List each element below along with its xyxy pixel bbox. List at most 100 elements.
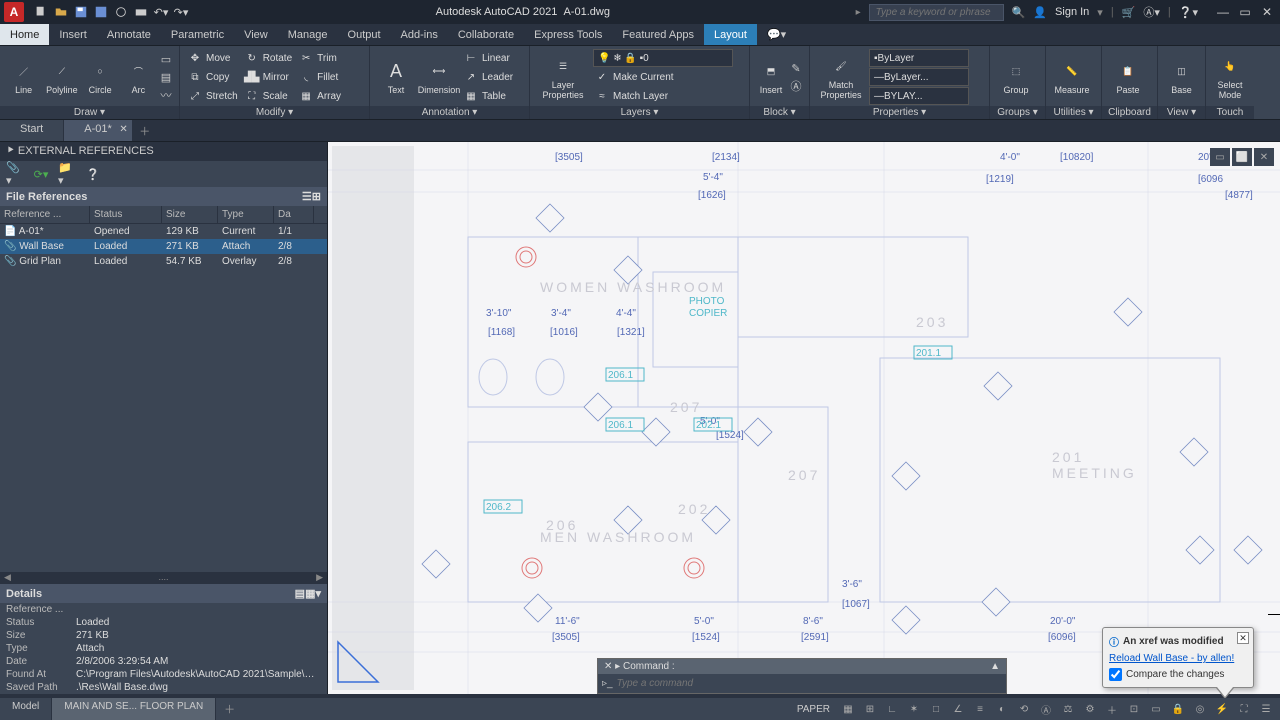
balloon-close-button[interactable]: ✕ [1237, 632, 1249, 644]
panel-draw[interactable]: Draw ▾ [0, 106, 179, 119]
polyline-button[interactable]: ⟋Polyline [44, 59, 79, 95]
panel-utilities[interactable]: Utilities ▾ [1046, 106, 1101, 119]
app-logo[interactable]: A [4, 2, 24, 22]
attach-dwg-icon[interactable]: 📎▾ [6, 165, 24, 183]
minimize-button[interactable]: ― [1214, 4, 1232, 20]
annoscale-icon[interactable]: Ⓐ [1036, 700, 1056, 718]
block-attr-icon[interactable]: Ⓐ [789, 79, 803, 93]
lineweight-dropdown[interactable]: — ByLayer... [869, 68, 969, 86]
tab-express[interactable]: Express Tools [524, 24, 612, 45]
match-props-button[interactable]: 🖌Match Properties [816, 54, 866, 100]
app-switcher-icon[interactable]: Ⓐ▾ [1143, 4, 1160, 20]
help-icon[interactable]: ❔ [84, 165, 102, 183]
rect-icon[interactable]: ▭ [159, 52, 173, 66]
user-icon[interactable]: 👤 [1033, 6, 1047, 19]
compare-checkbox[interactable] [1109, 668, 1122, 681]
doctab-close-icon[interactable]: ✕ [119, 124, 127, 135]
tab-view[interactable]: View [234, 24, 278, 45]
move-button[interactable]: ✥Move [186, 49, 240, 67]
trim-button[interactable]: ✂Trim [297, 49, 343, 67]
make-current-button[interactable]: ✓Make Current [593, 68, 733, 86]
doctab-a01[interactable]: A-01*✕ [64, 120, 133, 141]
layer-dropdown[interactable]: 💡 ❄ 🔒 ▪ 0 [593, 49, 733, 67]
search-input[interactable] [869, 4, 1004, 21]
column-headers[interactable]: Reference ... Status Size Type Da [0, 206, 327, 224]
tab-home[interactable]: Home [0, 24, 49, 45]
spline-icon[interactable]: 〰 [159, 88, 173, 102]
paste-button[interactable]: 📋Paste [1108, 59, 1148, 95]
panel-annotation[interactable]: Annotation ▾ [370, 106, 529, 119]
circle-button[interactable]: ○Circle [83, 59, 118, 95]
cart-icon[interactable]: 🛒 [1122, 6, 1136, 19]
fillet-button[interactable]: ◟Fillet [297, 68, 343, 86]
tree-view-icon[interactable]: ⊞ [312, 191, 321, 203]
doctab-start[interactable]: Start [0, 120, 64, 141]
hscroll[interactable]: ◀....▶ [0, 572, 327, 584]
panel-modify[interactable]: Modify ▾ [180, 106, 369, 119]
otrack-toggle-icon[interactable]: ∠ [948, 700, 968, 718]
help-icon[interactable]: ❔▾ [1179, 6, 1198, 19]
panel-properties[interactable]: Properties ▾ [810, 106, 989, 119]
qat-save-icon[interactable] [72, 3, 90, 21]
hatch-icon[interactable]: ▤ [159, 70, 173, 84]
command-input[interactable] [613, 676, 1002, 691]
signin-link[interactable]: Sign In [1055, 6, 1089, 18]
layout-add-button[interactable]: ＋ [216, 698, 243, 720]
table-button[interactable]: ▦Table [462, 87, 515, 105]
vp-close-icon[interactable]: ✕ [1254, 148, 1274, 166]
hardware-accel-icon[interactable]: ⚡ [1212, 700, 1232, 718]
mirror-button[interactable]: ▟▙Mirror [243, 68, 294, 86]
file-row[interactable]: 📎 Grid PlanLoaded54.7 KBOverlay2/8 [0, 254, 327, 269]
expand-icon[interactable]: ▾ [315, 588, 321, 600]
qat-new-icon[interactable] [32, 3, 50, 21]
transparency-toggle-icon[interactable]: ◐ [992, 700, 1012, 718]
linear-button[interactable]: ⊢Linear [462, 49, 515, 67]
line-button[interactable]: ／Line [6, 59, 41, 95]
qat-saveas-icon[interactable] [92, 3, 110, 21]
insert-button[interactable]: ⬒Insert [756, 59, 786, 95]
tab-collaborate[interactable]: Collaborate [448, 24, 524, 45]
cleanscreen-icon[interactable]: ⛶ [1234, 700, 1254, 718]
color-dropdown[interactable]: ▪ ByLayer [869, 49, 969, 67]
measure-button[interactable]: 📏Measure [1052, 59, 1092, 95]
panel-layers[interactable]: Layers ▾ [530, 106, 749, 119]
lock-ui-icon[interactable]: 🔒 [1168, 700, 1188, 718]
text-button[interactable]: AText [376, 59, 416, 95]
balloon-reload-link[interactable]: Reload Wall Base - by allen! [1109, 653, 1234, 664]
drawing-canvas[interactable]: [3505][2134]4'-0"[10820]20'-05'-4"[1219]… [328, 142, 1280, 694]
layer-props-button[interactable]: ☰Layer Properties [536, 54, 590, 100]
units-icon[interactable]: ⊡ [1124, 700, 1144, 718]
block-edit-icon[interactable]: ✎ [789, 61, 803, 75]
base-button[interactable]: ◫Base [1164, 59, 1199, 95]
arc-button[interactable]: ⌒Arc [121, 59, 156, 95]
linetype-dropdown[interactable]: — BYLAY... [869, 87, 969, 105]
file-row[interactable]: 📎 Wall BaseLoaded271 KBAttach2/8 [0, 239, 327, 254]
dimension-button[interactable]: ⟷Dimension [419, 59, 459, 95]
change-path-icon[interactable]: 📁▾ [58, 165, 76, 183]
polar-toggle-icon[interactable]: ✶ [904, 700, 924, 718]
array-button[interactable]: ▦Array [297, 87, 343, 105]
qat-web-icon[interactable] [112, 3, 130, 21]
tab-annotate[interactable]: Annotate [97, 24, 161, 45]
doctab-add-button[interactable]: ＋ [133, 120, 157, 141]
panel-clipboard[interactable]: Clipboard [1102, 106, 1157, 119]
osnap-toggle-icon[interactable]: □ [926, 700, 946, 718]
scale-button[interactable]: ⛶Scale [243, 87, 294, 105]
cmd-expand-icon[interactable]: ▲ [990, 661, 1000, 672]
snap-toggle-icon[interactable]: ⊞ [860, 700, 880, 718]
layout-tab[interactable]: MAIN AND SE... FLOOR PLAN [52, 698, 216, 720]
scale-icon[interactable]: ⚖ [1058, 700, 1078, 718]
list-view-icon[interactable]: ☰ [302, 191, 312, 203]
tab-output[interactable]: Output [338, 24, 391, 45]
grid-toggle-icon[interactable]: ▦ [838, 700, 858, 718]
stretch-button[interactable]: ⤢Stretch [186, 87, 240, 105]
select-mode-button[interactable]: 👆Select Mode [1212, 54, 1248, 100]
qat-undo-icon[interactable]: ↶▾ [152, 3, 170, 21]
search-icon[interactable]: 🔍 [1012, 6, 1026, 19]
command-line[interactable]: ✕ ▸ Command :▲ ▹_ [597, 658, 1007, 694]
copy-button[interactable]: ⧉Copy [186, 68, 240, 86]
panel-block[interactable]: Block ▾ [750, 106, 809, 119]
panel-groups[interactable]: Groups ▾ [990, 106, 1045, 119]
details-view-icon[interactable]: ▤ [295, 588, 305, 600]
refresh-icon[interactable]: ⟳▾ [32, 165, 50, 183]
